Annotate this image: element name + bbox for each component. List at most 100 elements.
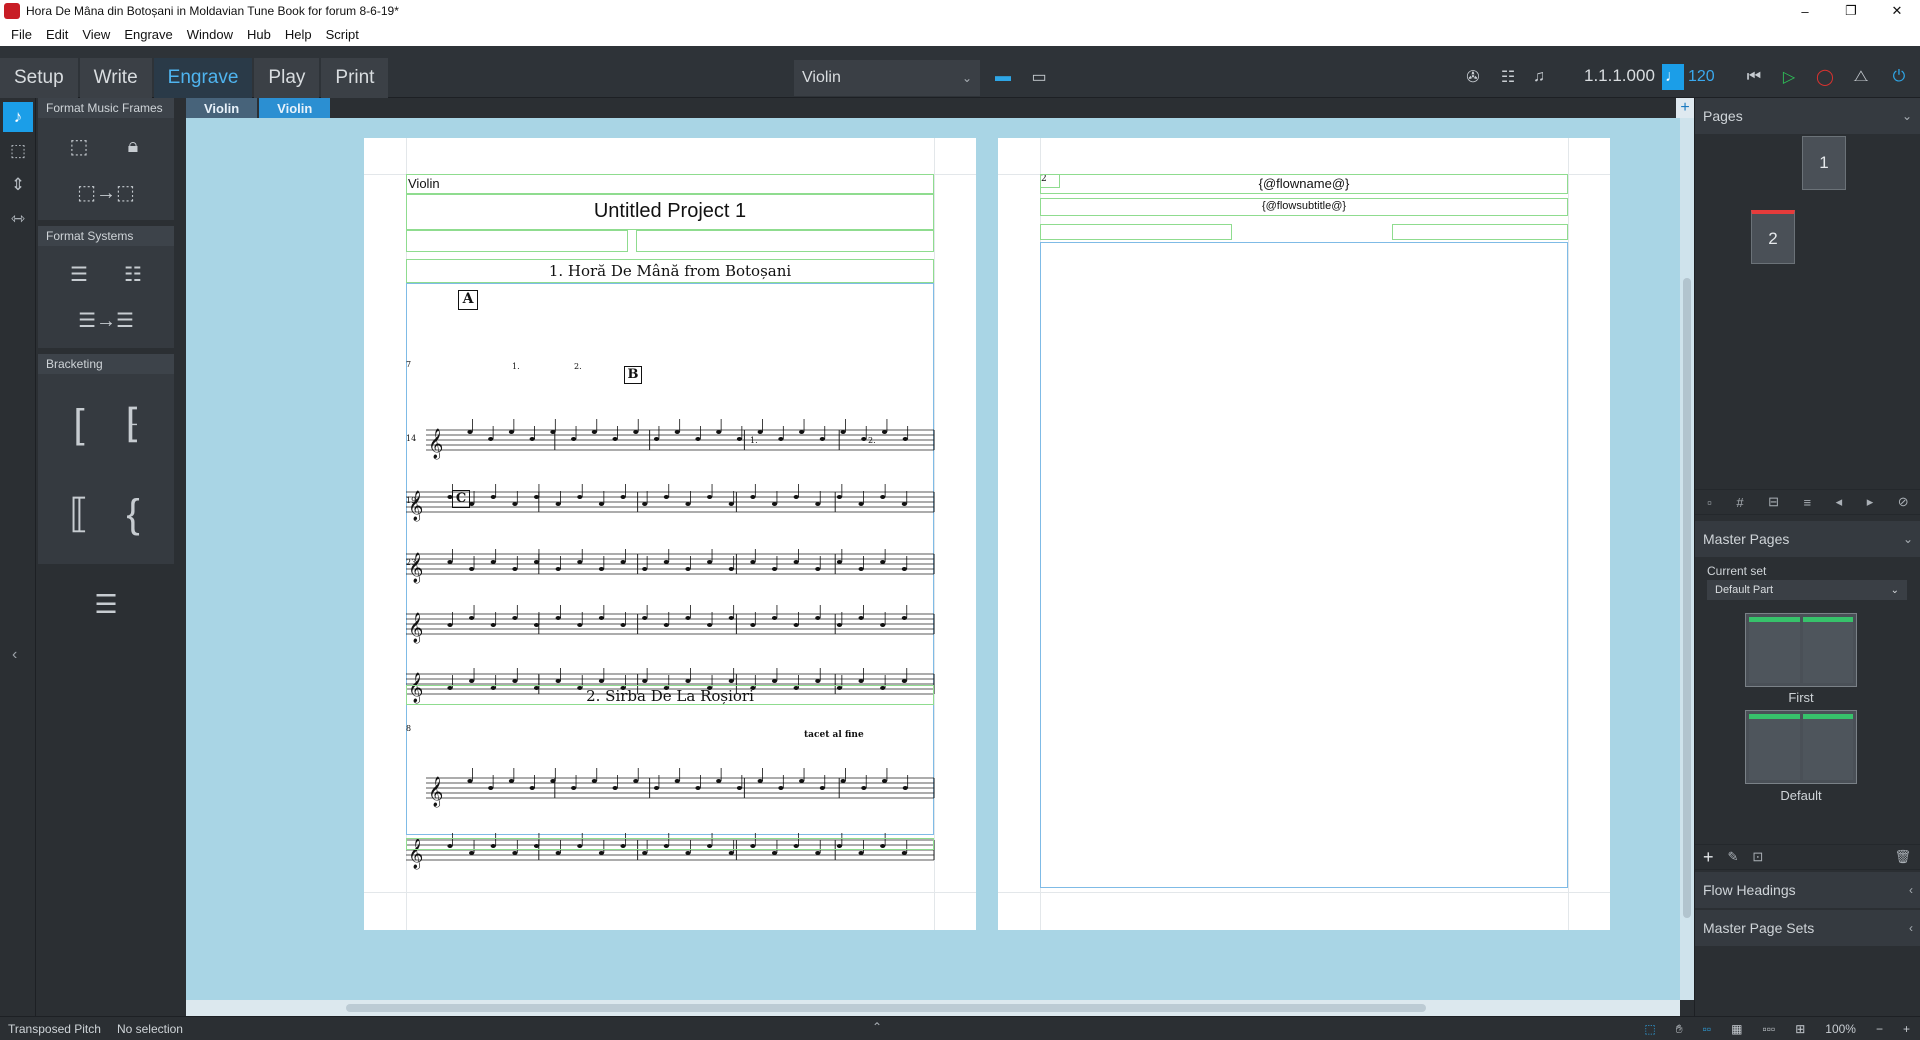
master-page-sets-header[interactable]: Master Page Sets ‹: [1695, 910, 1920, 946]
spreads-icon[interactable]: ▫▫: [1693, 1022, 1722, 1036]
zoom-in-icon[interactable]: +: [1893, 1022, 1920, 1036]
mode-write[interactable]: Write: [79, 58, 152, 98]
minimize-button[interactable]: –: [1782, 0, 1828, 22]
move-frames-icon[interactable]: ⬚→⬚: [66, 174, 146, 210]
horizontal-scrollbar[interactable]: [186, 1000, 1680, 1016]
menu-script[interactable]: Script: [319, 27, 366, 42]
pages-panel-header[interactable]: Pages ⌄: [1695, 98, 1920, 134]
metronome-icon[interactable]: ⧍: [1850, 66, 1872, 88]
graphic-editing-icon[interactable]: ♪: [3, 102, 33, 132]
vertical-scroll-thumb[interactable]: [1683, 278, 1691, 918]
music-frame-p2[interactable]: [1040, 242, 1568, 888]
menu-file[interactable]: File: [4, 27, 39, 42]
play-icon[interactable]: ▷: [1778, 66, 1800, 88]
lock-frames-icon[interactable]: 🔒︎: [111, 128, 155, 164]
menu-view[interactable]: View: [75, 27, 117, 42]
menu-engrave[interactable]: Engrave: [117, 27, 179, 42]
page-thumb-1[interactable]: 1: [1802, 136, 1846, 190]
duplicate-master-page-icon[interactable]: ⊡: [1752, 849, 1763, 865]
page-override-icon[interactable]: ⊟: [1768, 494, 1779, 510]
make-into-system-icon[interactable]: ☰: [57, 256, 101, 292]
menu-window[interactable]: Window: [180, 27, 240, 42]
score-notation: 𝄞𝄞𝄞𝄞𝄞𝄞𝄞: [406, 419, 935, 870]
notehead: [901, 851, 907, 855]
zoom-out-icon[interactable]: −: [1866, 1022, 1893, 1036]
single-pages-icon[interactable]: ▦: [1721, 1022, 1752, 1036]
transposed-pitch-status[interactable]: Transposed Pitch: [0, 1022, 109, 1036]
tab-violin-full-score[interactable]: Violin: [186, 98, 258, 118]
hand-tool-icon[interactable]: ✋︎: [1666, 1022, 1693, 1037]
close-button[interactable]: ✕: [1874, 0, 1920, 22]
bracket-icon[interactable]: [: [57, 384, 101, 464]
composer-frame-left-p2[interactable]: [1040, 224, 1232, 240]
master-change-icon[interactable]: ≡: [1804, 495, 1812, 510]
mode-setup[interactable]: Setup: [0, 58, 78, 98]
flow-headings-header[interactable]: Flow Headings ‹: [1695, 872, 1920, 908]
pages-horizontal-icon[interactable]: ▫▫▫: [1752, 1022, 1785, 1036]
menu-help[interactable]: Help: [278, 27, 319, 42]
frame-editing-icon[interactable]: ⬚: [3, 136, 33, 166]
add-tab-button[interactable]: +: [1676, 98, 1694, 118]
page-numbering-icon[interactable]: #: [1736, 495, 1743, 510]
current-set-dropdown[interactable]: Default Part ⌄: [1707, 580, 1907, 600]
delete-master-page-icon[interactable]: 🗑︎: [1894, 849, 1911, 865]
tempo-display[interactable]: ♩ 120: [1662, 64, 1740, 90]
rewind-icon[interactable]: ⏮: [1743, 66, 1765, 88]
previous-page-icon[interactable]: ◂: [1836, 494, 1843, 510]
mode-print[interactable]: Print: [321, 58, 389, 98]
master-page-default-thumb[interactable]: [1745, 710, 1857, 784]
mode-engrave[interactable]: Engrave: [153, 58, 253, 98]
video-icon[interactable]: ✇: [1462, 66, 1484, 88]
notehead: [620, 495, 626, 499]
vertical-scrollbar[interactable]: [1680, 118, 1694, 1000]
remove-override-icon[interactable]: ⊘: [1898, 494, 1909, 510]
rehearsal-mark-b[interactable]: B: [624, 366, 642, 384]
maximize-button[interactable]: ❐: [1828, 0, 1874, 22]
music-area[interactable]: Violin Untitled Project 1 1. Horă De Mân…: [186, 118, 1680, 1000]
horizontal-scroll-thumb[interactable]: [346, 1004, 1426, 1012]
record-icon[interactable]: ◯: [1814, 66, 1836, 88]
page-view-icon[interactable]: ▭: [1028, 66, 1050, 88]
barline-join-icon[interactable]: ☰: [84, 564, 128, 644]
next-page-icon[interactable]: ▸: [1867, 494, 1874, 510]
add-master-page-icon[interactable]: +: [1703, 847, 1714, 868]
composer-frame-right-p2[interactable]: [1392, 224, 1568, 240]
mixer-icon[interactable]: ☷: [1497, 66, 1519, 88]
marquee-tool-icon[interactable]: ⬚: [1634, 1022, 1665, 1036]
galley-view-icon[interactable]: ▬: [992, 66, 1014, 88]
notehead: [447, 623, 453, 627]
master-page-first-thumb[interactable]: [1745, 613, 1857, 687]
lock-system-icon[interactable]: ☷: [111, 256, 155, 292]
secondary-bracket-icon[interactable]: ⟦: [57, 474, 101, 554]
tab-violin-part[interactable]: Violin: [259, 98, 331, 118]
footer-frame[interactable]: [406, 838, 934, 850]
insert-pages-icon[interactable]: ▫: [1707, 495, 1712, 510]
rehearsal-mark-c[interactable]: C: [452, 490, 470, 508]
master-pages-header[interactable]: Master Pages ⌄: [1695, 521, 1920, 557]
move-bars-icon[interactable]: ☰→☰: [76, 302, 136, 338]
click-icon[interactable]: ♫: [1528, 66, 1550, 88]
reset-frames-icon[interactable]: ⬚: [57, 128, 101, 164]
notehead: [469, 567, 475, 571]
sub-bracket-icon[interactable]: ⁅: [111, 384, 155, 464]
collapse-left-icon[interactable]: ‹: [12, 646, 17, 664]
page-thumb-2[interactable]: 2: [1751, 210, 1795, 264]
notehead: [881, 430, 888, 434]
page-1[interactable]: Violin Untitled Project 1 1. Horă De Mân…: [364, 138, 976, 930]
menu-edit[interactable]: Edit: [39, 27, 75, 42]
notehead: [674, 779, 680, 783]
zoom-level[interactable]: 100%: [1815, 1022, 1866, 1036]
staff-spacing-icon[interactable]: ⇕: [3, 170, 33, 200]
expand-bottom-panel-icon[interactable]: ⌃: [872, 1020, 882, 1034]
page-2[interactable]: 2 {@flowname@} {@flowsubtitle@}: [998, 138, 1610, 930]
layout-selector[interactable]: Violin ⌄: [794, 60, 980, 96]
brace-icon[interactable]: {: [111, 474, 155, 554]
note-spacing-icon[interactable]: ⇿: [3, 204, 33, 234]
edit-master-page-icon[interactable]: ✎: [1728, 849, 1739, 865]
menu-hub[interactable]: Hub: [240, 27, 278, 42]
rehearsal-mark-a[interactable]: A: [458, 290, 478, 310]
mode-play[interactable]: Play: [254, 58, 320, 98]
master-pages-heading: Master Pages: [1703, 531, 1790, 547]
fit-icon[interactable]: ⊞: [1785, 1022, 1815, 1036]
power-icon[interactable]: ⏻: [1888, 66, 1910, 88]
